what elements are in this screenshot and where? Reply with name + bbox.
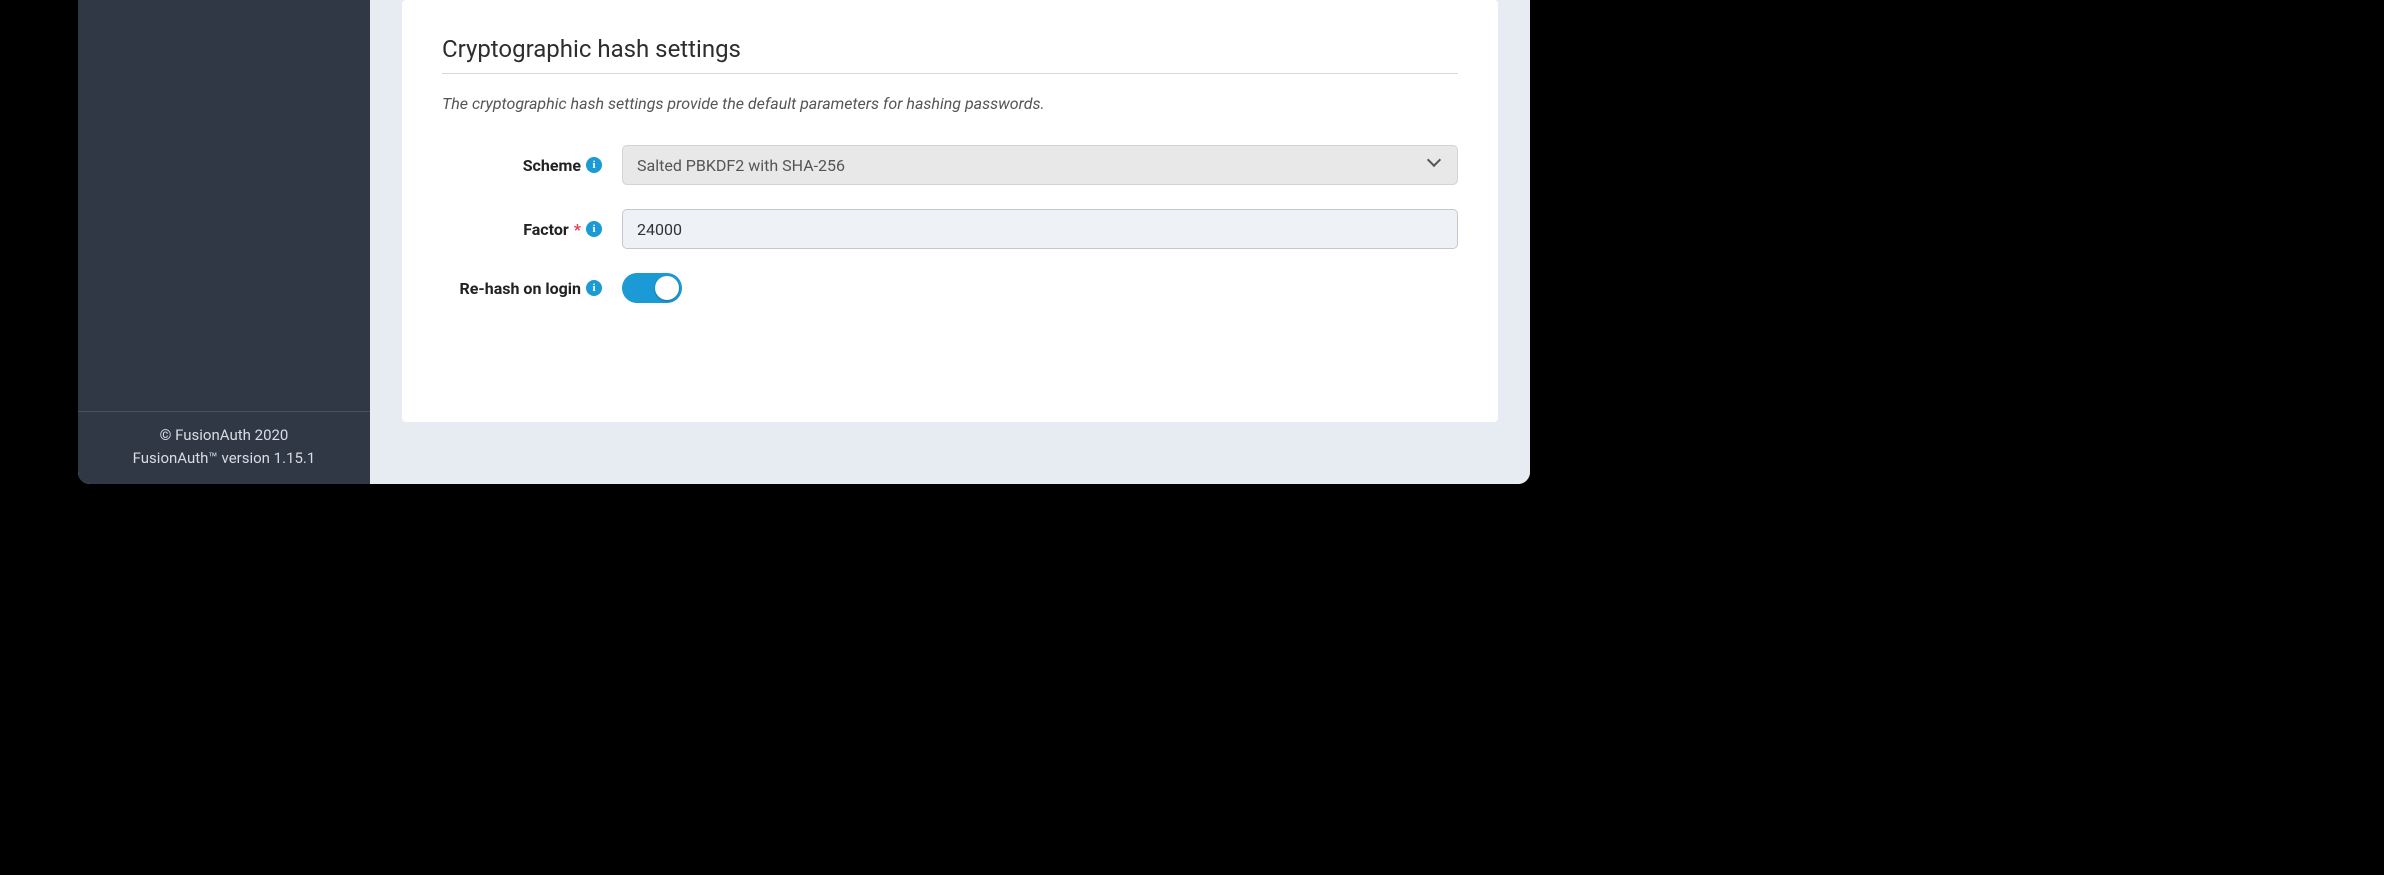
rehash-row: Re-hash on login i [442,273,1458,303]
scheme-label: Scheme i [442,156,622,175]
factor-control-wrap [622,209,1458,249]
scheme-control-wrap: Salted PBKDF2 with SHA-256 [622,145,1458,185]
sidebar: © FusionAuth 2020 FusionAuth™ version 1.… [78,0,370,484]
rehash-label-text: Re-hash on login [460,279,581,298]
section-description: The cryptographic hash settings provide … [442,94,1458,113]
rehash-toggle[interactable] [622,273,682,303]
rehash-control-wrap [622,273,1458,303]
rehash-label: Re-hash on login i [442,279,622,298]
section-title: Cryptographic hash settings [442,35,1458,74]
copyright-text: © FusionAuth 2020 [78,424,370,447]
version-text: FusionAuth™ version 1.15.1 [78,447,370,470]
sidebar-footer: © FusionAuth 2020 FusionAuth™ version 1.… [78,411,370,485]
app-container: © FusionAuth 2020 FusionAuth™ version 1.… [78,0,1530,484]
factor-row: Factor * i [442,209,1458,249]
settings-panel: Cryptographic hash settings The cryptogr… [402,0,1498,422]
info-icon[interactable]: i [586,157,602,173]
scheme-label-text: Scheme [523,156,581,175]
main-area: Cryptographic hash settings The cryptogr… [370,0,1530,484]
chevron-down-icon [1429,158,1443,172]
scheme-row: Scheme i Salted PBKDF2 with SHA-256 [442,145,1458,185]
toggle-knob [655,276,679,300]
required-asterisk: * [574,220,581,239]
scheme-select[interactable]: Salted PBKDF2 with SHA-256 [622,145,1458,185]
info-icon[interactable]: i [586,221,602,237]
factor-label-text: Factor [523,220,569,239]
factor-input[interactable] [622,209,1458,249]
factor-label: Factor * i [442,220,622,239]
scheme-selected-value: Salted PBKDF2 with SHA-256 [637,156,845,175]
info-icon[interactable]: i [586,280,602,296]
